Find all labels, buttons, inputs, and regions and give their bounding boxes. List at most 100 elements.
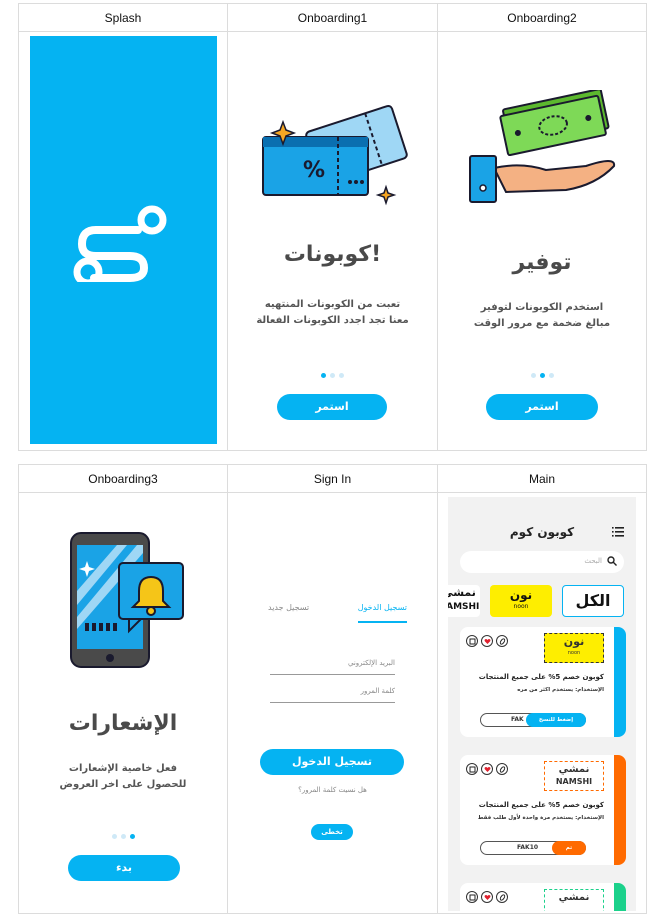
screen-title: Onboarding2 — [438, 4, 646, 32]
coupon-tickets-icon: % — [262, 104, 408, 206]
page-dot — [120, 834, 126, 839]
screen-title: Sign In — [228, 465, 437, 493]
page-dot — [111, 834, 117, 839]
screen-onboarding3: Onboarding3 الإشعارات فعل خاصية الإشعارا… — [19, 464, 228, 914]
attachment-icon[interactable] — [496, 891, 508, 903]
onboarding-description-line1: استخدم الكوبونات لتوفير — [480, 302, 604, 313]
coupon-accent-strip — [614, 755, 626, 865]
onboarding-description-line2: للحصول على اخر العروض — [59, 779, 187, 790]
share-icon[interactable] — [466, 635, 478, 647]
coupon-brand-name: نون — [563, 635, 585, 648]
tab-login[interactable]: تسجيل الدخول — [357, 603, 407, 623]
email-field[interactable]: البريد الإلكتروني — [270, 653, 395, 675]
share-icon[interactable] — [466, 763, 478, 775]
coupon-brand-name: نمشي — [558, 764, 590, 775]
coupon-brand-logo: نمشي — [544, 889, 604, 911]
favorite-icon[interactable] — [481, 635, 493, 647]
onboarding-description-line1: تعبت من الكوبونات المنتهيه — [264, 299, 401, 310]
page-dot — [539, 373, 545, 378]
coupon-code: FAK10 — [517, 844, 539, 851]
copied-button[interactable]: تم النسخ — [552, 841, 586, 865]
page-dot — [330, 373, 335, 378]
svg-text:%: % — [303, 158, 325, 183]
attachment-icon[interactable] — [496, 763, 508, 775]
noon-logo-arabic: نون — [509, 588, 533, 602]
page-dot — [129, 834, 135, 839]
page-indicator — [19, 824, 227, 843]
screen-title: Splash — [19, 4, 227, 32]
onboarding-heading: توفير — [512, 250, 572, 275]
phone-notification-icon — [70, 532, 184, 668]
row-2: Onboarding3 الإشعارات فعل خاصية الإشعارا… — [18, 464, 647, 914]
onboarding-description-line2: مبالغ ضخمة مع مرور الوقت — [473, 318, 611, 329]
login-button[interactable]: تسجيل الدخول — [260, 749, 404, 775]
copy-button[interactable]: إضغط للنسخ — [526, 713, 586, 727]
row-1: Splash Onboarding1 % كوبونات! تعبت من ال… — [18, 3, 647, 451]
coupon-brand-logo: نون noon — [544, 633, 604, 663]
main-screen: كوبون كوم البحث الكل نون noon نمش MSHI ن… — [448, 497, 636, 911]
noon-logo-latin: noon — [513, 603, 529, 610]
continue-button[interactable]: استمر — [277, 394, 387, 420]
brand-chip-namshi[interactable]: نمشي NAMSHI — [448, 585, 480, 617]
coupon-code-box[interactable]: FAK إضغط للنسخ — [480, 713, 586, 727]
coupon-title: كوبون خصم 5% على جميع المنتجات — [478, 673, 604, 681]
brand-chip-all[interactable]: الكل — [562, 585, 624, 617]
page-indicator — [228, 363, 437, 382]
attachment-icon[interactable] — [496, 635, 508, 647]
menu-icon[interactable] — [612, 527, 624, 537]
search-placeholder: البحث — [584, 557, 602, 565]
favorite-icon[interactable] — [481, 891, 493, 903]
onboarding-description-line1: فعل خاصية الإشعارات — [68, 763, 178, 774]
forgot-password-link[interactable]: هل نسيت كلمة المرور؟ — [228, 786, 437, 794]
namshi-logo-arabic: نمشي — [448, 586, 476, 599]
splash-screen — [30, 36, 217, 444]
share-icon[interactable] — [466, 891, 478, 903]
screen-title: Main — [438, 465, 646, 493]
screen-splash: Splash — [19, 3, 228, 451]
password-field[interactable]: كلمة المرور — [270, 681, 395, 703]
continue-button[interactable]: استمر — [486, 394, 598, 420]
coupon-accent-strip — [614, 627, 626, 737]
app-title: كوبون كوم — [509, 525, 575, 539]
coupon-actions — [466, 635, 508, 647]
onboarding-heading: كوبونات! — [283, 242, 382, 267]
start-button[interactable]: بدء — [68, 855, 180, 881]
app-logo-icon — [73, 205, 167, 282]
page-dot — [548, 373, 554, 378]
coupon-brand-latin: noon — [567, 650, 581, 656]
search-input[interactable]: البحث — [460, 551, 624, 573]
auth-tabs: تسجيل الدخول تسجيل جديد — [268, 603, 407, 623]
onboarding-description-line2: معنا تجد اجدد الكوبونات الفعالة — [256, 315, 409, 326]
screen-onboarding2: Onboarding2 توفير استخدم الكوبونات لتوفي… — [438, 3, 647, 451]
screen-title: Onboarding1 — [228, 4, 437, 32]
coupon-code: FAK — [511, 716, 524, 723]
brand-all-label: الكل — [575, 591, 611, 610]
screen-main: Main كوبون كوم البحث الكل نون noon نمش M… — [438, 464, 647, 914]
skip-button[interactable]: تخطى — [311, 824, 353, 840]
screen-signin: Sign In تسجيل الدخول تسجيل جديد البريد ا… — [228, 464, 438, 914]
coupon-brand-logo: نمشي NAMSHI — [544, 761, 604, 791]
page-dot — [321, 373, 326, 378]
namshi-logo-latin: NAMSHI — [448, 602, 480, 612]
tab-register[interactable]: تسجيل جديد — [268, 603, 309, 623]
coupon-title: كوبون خصم 5% على جميع المنتجات — [478, 801, 604, 809]
coupon-actions — [466, 763, 508, 775]
onboarding-heading: الإشعارات — [68, 711, 178, 736]
coupon-brand-name: نمشي — [558, 892, 590, 903]
search-icon — [607, 556, 617, 566]
coupon-card[interactable]: نون noon كوبون خصم 5% على جميع المنتجات … — [460, 627, 626, 737]
money-hand-icon — [469, 90, 616, 203]
screen-title: Onboarding3 — [19, 465, 227, 493]
favorite-icon[interactable] — [481, 763, 493, 775]
coupon-actions — [466, 891, 508, 903]
coupon-card[interactable]: نمشي NAMSHI كوبون خصم 5% على جميع المنتج… — [460, 755, 626, 865]
coupon-card[interactable]: نمشي — [460, 883, 626, 911]
coupon-usage: الإستخدام: يستخدم اكثر من مره — [517, 687, 604, 693]
brand-chip-noon[interactable]: نون noon — [490, 585, 552, 617]
screen-onboarding1: Onboarding1 % كوبونات! تعبت من الكوبونات… — [228, 3, 438, 451]
coupon-brand-latin: NAMSHI — [555, 777, 593, 786]
coupon-code-box[interactable]: FAK10 تم النسخ — [480, 841, 586, 865]
page-dot — [530, 373, 536, 378]
page-dot — [339, 373, 344, 378]
coupon-accent-strip — [614, 883, 626, 911]
